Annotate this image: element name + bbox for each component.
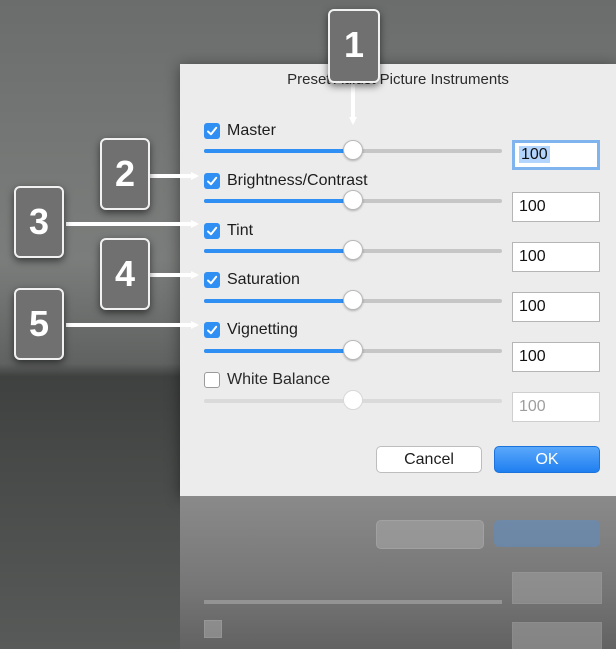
callout-1: 1 [328, 9, 380, 83]
callout-5: 5 [14, 288, 64, 360]
callout-4: 4 [100, 238, 150, 310]
callout-arrows [66, 84, 357, 329]
callout-2: 2 [100, 138, 150, 210]
callout-3: 3 [14, 186, 64, 258]
